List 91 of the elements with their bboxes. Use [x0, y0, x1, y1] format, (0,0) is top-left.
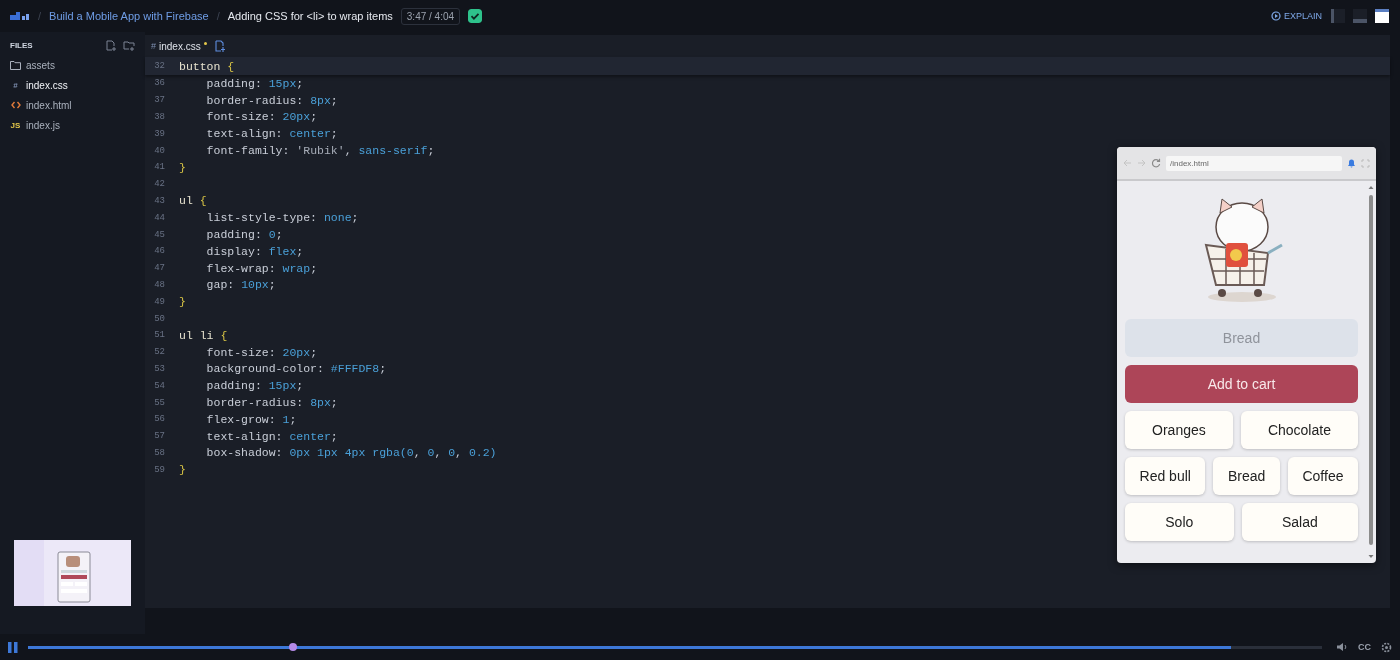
code-line: } — [179, 160, 186, 174]
add-to-cart-button[interactable]: Add to cart — [1125, 365, 1358, 403]
code-line: padding: 0; — [205, 228, 283, 242]
code-line: ul li { — [179, 328, 228, 342]
preview-thumbnail-drawing[interactable] — [14, 540, 131, 606]
code-line: padding: 15px; — [205, 379, 304, 393]
code-line: box-shadow: 0px 1px 4px rgba(0, 0, 0, 0.2) — [205, 446, 497, 460]
list-item: Solo — [1125, 503, 1234, 541]
code-line: border-radius: 8px; — [205, 396, 338, 410]
line-number: 59 — [153, 464, 165, 475]
lesson-title: Adding CSS for <li> to wrap items — [227, 10, 393, 22]
code-line: list-style-type: none; — [205, 211, 359, 225]
list-item: Bread — [1213, 457, 1280, 495]
code-line: text-align: center; — [205, 127, 338, 141]
file-item[interactable]: index.html — [0, 95, 145, 115]
timeline-marker[interactable] — [289, 643, 298, 651]
volume-icon[interactable] — [1336, 642, 1348, 652]
input-field[interactable]: Bread — [1125, 319, 1358, 357]
breadcrumb-separator: / — [38, 10, 42, 22]
video-time: 3:47 / 4:04 — [400, 7, 461, 25]
code-line: gap: 10px; — [205, 278, 276, 292]
line-number: 54 — [153, 380, 165, 391]
code-line: background-color: #FFFDF8; — [205, 362, 387, 376]
line-number: 58 — [153, 447, 165, 458]
breadcrumb-link[interactable]: Build a Mobile App with Firebase — [49, 10, 209, 22]
code-line: display: flex; — [205, 244, 304, 258]
play-circle-icon — [1270, 11, 1281, 21]
line-number: 56 — [153, 414, 165, 425]
line-number: 44 — [153, 212, 165, 223]
code-line: border-radius: 8px; — [205, 93, 338, 107]
line-number: 50 — [153, 313, 165, 324]
explain-button[interactable]: EXPLAIN — [1270, 11, 1322, 21]
settings-icon[interactable] — [1381, 641, 1392, 653]
pause-icon[interactable] — [8, 641, 18, 653]
address-field[interactable]: /index.html — [1166, 155, 1342, 171]
line-number: 37 — [153, 95, 165, 106]
code-icon — [10, 101, 21, 109]
line-number: 47 — [153, 263, 165, 274]
line-number: 49 — [153, 296, 165, 307]
line-number: 51 — [153, 330, 165, 341]
list-item: Oranges — [1125, 411, 1233, 449]
bell-icon[interactable] — [1347, 158, 1356, 168]
code-line: padding: 15px; — [205, 76, 304, 90]
line-number: 41 — [153, 162, 165, 173]
list-item: Coffee — [1287, 457, 1358, 495]
captions-button[interactable]: CC — [1358, 642, 1371, 652]
code-line: text-align: center; — [205, 429, 338, 443]
new-file-icon[interactable] — [106, 40, 117, 51]
line-number: 38 — [153, 112, 165, 122]
line-number: 39 — [153, 128, 165, 139]
list-item: Red bull — [1125, 457, 1206, 495]
line-number: 57 — [153, 431, 165, 442]
line-number: 53 — [153, 363, 165, 374]
layout-toggle-icon[interactable] — [1352, 8, 1368, 24]
progress-bar[interactable] — [28, 645, 1322, 649]
code-line: button { — [179, 59, 235, 73]
file-type-icon: JS — [10, 120, 21, 130]
list-item: Chocolate — [1240, 411, 1358, 449]
list-item: Salad — [1241, 503, 1358, 541]
line-number: 46 — [153, 246, 165, 257]
new-file-icon[interactable] — [214, 40, 226, 52]
line-number: 55 — [153, 397, 165, 408]
folder-icon — [10, 60, 21, 70]
reload-icon[interactable] — [1151, 158, 1161, 168]
layout-toggle-icon[interactable] — [1374, 8, 1390, 24]
code-line: font-size: 20px; — [205, 110, 318, 124]
file-item[interactable]: assets — [0, 55, 145, 75]
logo-icon[interactable] — [10, 11, 30, 21]
breadcrumb-separator: / — [216, 10, 220, 22]
line-number: 52 — [153, 347, 165, 358]
new-folder-icon[interactable] — [123, 40, 135, 51]
code-line: font-size: 20px; — [205, 345, 318, 359]
sidebar-title: FILES — [10, 41, 34, 50]
line-number: 42 — [153, 179, 165, 190]
file-tab[interactable]: # index.css — [151, 40, 207, 52]
file-item[interactable]: # index.css — [0, 75, 145, 95]
line-number: 43 — [153, 195, 165, 206]
line-number: 40 — [153, 145, 165, 156]
line-number: 48 — [153, 279, 165, 290]
code-line: flex-grow: 1; — [205, 412, 297, 426]
line-number: 45 — [153, 229, 165, 240]
code-line: ul { — [179, 194, 207, 208]
line-number: 32 — [153, 61, 165, 71]
file-type-icon: # — [10, 80, 21, 90]
code-line: } — [179, 463, 186, 477]
line-number: 36 — [153, 78, 165, 89]
code-line: flex-wrap: wrap; — [205, 261, 318, 275]
file-item[interactable]: JS index.js — [0, 115, 145, 135]
layout-toggle-icon[interactable] — [1330, 8, 1346, 24]
code-line: font-family: 'Rubik', sans-serif; — [205, 144, 435, 158]
code-line: } — [179, 295, 186, 309]
